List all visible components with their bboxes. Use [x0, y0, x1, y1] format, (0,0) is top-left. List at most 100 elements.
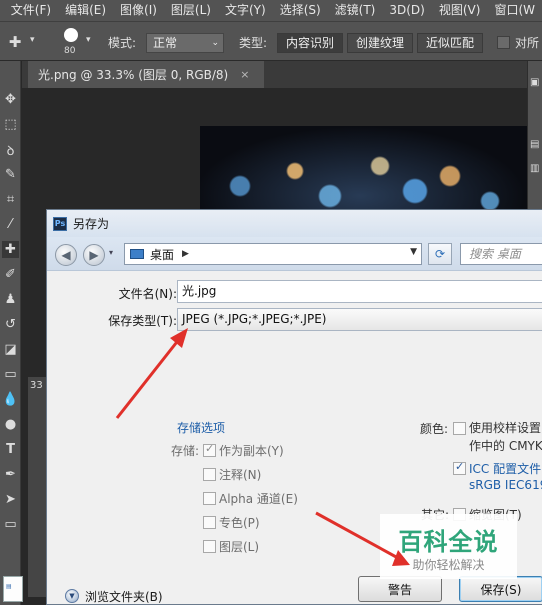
move-tool-icon[interactable]: ✥	[2, 91, 19, 108]
type-tab-content-aware[interactable]: 内容识别	[277, 33, 344, 53]
back-button[interactable]: ◀	[55, 244, 77, 266]
search-input[interactable]: 搜索 桌面	[460, 243, 542, 265]
watermark: 百科全说 助你轻松解决	[380, 514, 517, 579]
refresh-button[interactable]: ⟳	[428, 243, 452, 265]
document-tab[interactable]: 光.png @ 33.3% (图层 0, RGB/8) ×	[28, 61, 264, 88]
eyedropper-tool-icon[interactable]: ⁄	[2, 216, 19, 233]
forward-arrow-icon: ▶	[89, 248, 99, 262]
menu-layer[interactable]: 图层(L)	[164, 0, 218, 21]
breadcrumb-arrow-icon[interactable]: ▶	[182, 249, 189, 259]
watermark-subtitle: 助你轻松解决	[412, 558, 485, 572]
menu-edit[interactable]: 编辑(E)	[58, 0, 113, 21]
menu-3d[interactable]: 3D(D)	[382, 0, 431, 21]
watermark-title: 百科全说	[398, 528, 499, 556]
use-proof-setup-checkbox[interactable]	[453, 422, 466, 435]
color-label: 颜色:	[420, 422, 449, 436]
layers-label: 图层(L)	[219, 540, 260, 554]
healing-brush-tool-icon[interactable]: ✚	[2, 241, 19, 258]
close-tab-icon[interactable]: ×	[240, 68, 249, 81]
stamp-tool-icon[interactable]: ♟	[2, 291, 19, 308]
tools-panel: ✥ ⬚ ꝺ ✎ ⌗ ⁄ ✚ ✐ ♟ ↺ ◪ ▭ 💧 ● T ✒ ➤ ▭	[0, 61, 21, 605]
address-bar[interactable]: 桌面 ▶ ▼	[124, 243, 422, 265]
annotations-label: 注释(N)	[219, 468, 262, 482]
filename-field[interactable]: 光.jpg	[177, 280, 542, 303]
eraser-tool-icon[interactable]: ◪	[2, 341, 19, 358]
save-button[interactable]: 保存(S)	[459, 576, 542, 602]
back-arrow-icon: ◀	[61, 248, 71, 262]
history-brush-tool-icon[interactable]: ↺	[2, 316, 19, 333]
layers-checkbox[interactable]	[203, 540, 216, 553]
panel-icon[interactable]: ▥	[530, 163, 539, 174]
refresh-icon: ⟳	[434, 247, 446, 261]
desktop-icon	[130, 249, 144, 259]
forward-button[interactable]: ▶	[83, 244, 105, 266]
icc-profile-name: sRGB IEC619	[469, 478, 542, 492]
alpha-channels-label: Alpha 通道(E)	[219, 492, 298, 506]
file-icon: ▤	[3, 576, 23, 602]
lasso-tool-icon[interactable]: ꝺ	[2, 141, 19, 159]
tool-preset-chevron-icon[interactable]: ▾	[30, 35, 35, 45]
type-tool-icon[interactable]: T	[2, 441, 19, 458]
brush-tool-icon[interactable]: ✐	[2, 266, 19, 283]
menu-window[interactable]: 窗口(W	[487, 0, 542, 21]
mode-select[interactable]: 正常 ⌄	[146, 33, 224, 53]
mode-label: 模式:	[108, 36, 137, 50]
zoom-fragment: 33	[30, 380, 43, 391]
bandage-tool-icon[interactable]: ✚	[6, 33, 24, 51]
type-label: 类型:	[239, 36, 268, 50]
icc-profile-checkbox[interactable]	[453, 460, 466, 475]
filetype-select[interactable]: JPEG (*.JPG;*.JPEG;*.JPE)	[177, 308, 542, 331]
annotations-checkbox[interactable]	[203, 468, 216, 481]
recent-locations-chevron-icon[interactable]: ▾	[109, 248, 113, 257]
warning-button[interactable]: 警告	[358, 576, 442, 602]
menu-file[interactable]: 文件(F)	[4, 0, 58, 21]
as-copy-label: 作为副本(Y)	[219, 444, 284, 458]
dialog-title: 另存为	[73, 217, 110, 231]
crop-tool-icon[interactable]: ⌗	[2, 191, 19, 208]
type-tab-proximity-match[interactable]: 近似匹配	[417, 33, 484, 53]
brush-size-value: 80	[64, 46, 76, 56]
type-tab-create-texture[interactable]: 创建纹理	[347, 33, 414, 53]
options-bar: ✚ ▾ 80 ▾ 模式: 正常 ⌄ 类型: 内容识别 创建纹理 近似匹配 对所	[0, 21, 542, 61]
mode-chevron-icon: ⌄	[211, 38, 219, 48]
quick-select-tool-icon[interactable]: ✎	[2, 166, 19, 183]
use-proof-setup-label-line2: 作中的 CMYK	[469, 439, 542, 453]
file-icon-badge: ▤	[6, 583, 12, 590]
spot-colors-checkbox[interactable]	[203, 516, 216, 529]
sample-all-label: 对所	[515, 36, 540, 50]
spot-colors-label: 专色(P)	[219, 516, 260, 530]
dodge-tool-icon[interactable]: ●	[2, 416, 19, 433]
gradient-tool-icon[interactable]: ▭	[2, 366, 19, 383]
menu-filter[interactable]: 滤镜(T)	[328, 0, 383, 21]
photoshop-icon: Ps	[53, 216, 67, 231]
document-tab-title: 光.png @ 33.3% (图层 0, RGB/8)	[38, 68, 229, 82]
use-proof-setup-label: 使用校样设置(	[469, 421, 542, 435]
menu-image[interactable]: 图像(I)	[113, 0, 164, 21]
as-copy-checkbox[interactable]	[203, 442, 216, 457]
filetype-label: 保存类型(T):	[108, 314, 177, 328]
save-options-heading: 存储选项	[177, 421, 226, 435]
menu-view[interactable]: 视图(V)	[432, 0, 488, 21]
pen-tool-icon[interactable]: ✒	[2, 466, 19, 483]
path-select-tool-icon[interactable]: ➤	[2, 491, 19, 508]
brush-preview-icon[interactable]	[64, 28, 78, 42]
address-path[interactable]: 桌面	[150, 246, 174, 263]
menu-select[interactable]: 选择(S)	[273, 0, 328, 21]
browse-folders-link[interactable]: 浏览文件夹(B)	[85, 588, 163, 605]
marquee-tool-icon[interactable]: ⬚	[2, 116, 19, 133]
document-tab-bar: 光.png @ 33.3% (图层 0, RGB/8) ×	[22, 61, 527, 88]
blur-tool-icon[interactable]: 💧	[2, 391, 19, 408]
mode-select-value: 正常	[153, 36, 178, 50]
panel-icon[interactable]: ▣	[530, 77, 539, 88]
browse-folders-icon[interactable]: ▼	[65, 589, 79, 603]
address-dropdown-icon[interactable]: ▼	[410, 247, 417, 257]
brush-picker-chevron-icon[interactable]: ▾	[86, 35, 91, 45]
shape-tool-icon[interactable]: ▭	[2, 516, 19, 533]
collapsed-panel: 33	[28, 377, 46, 597]
panel-icon[interactable]: ▤	[530, 139, 539, 150]
sample-all-checkbox[interactable]	[497, 36, 510, 49]
menu-type[interactable]: 文字(Y)	[218, 0, 273, 21]
alpha-channels-checkbox[interactable]	[203, 492, 216, 505]
menu-bar: 文件(F) 编辑(E) 图像(I) 图层(L) 文字(Y) 选择(S) 滤镜(T…	[0, 0, 542, 21]
dialog-nav-bar: ◀ ▶ ▾ 桌面 ▶ ▼ ⟳ 搜索 桌面	[47, 237, 542, 271]
